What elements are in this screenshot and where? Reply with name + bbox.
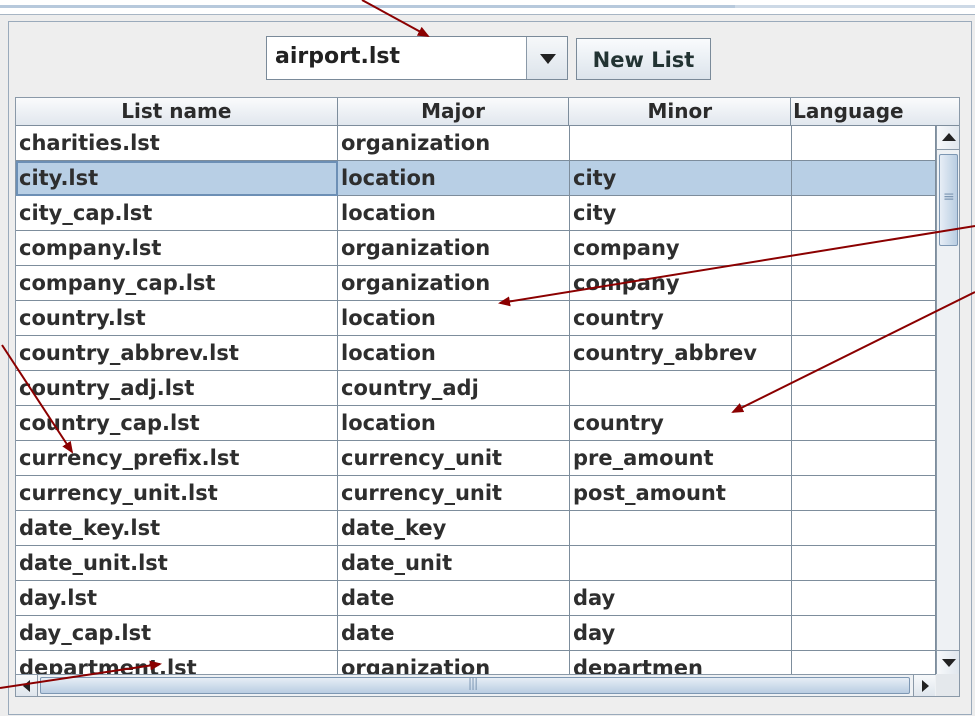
table-cell-list-name[interactable]: country.lst	[16, 301, 338, 336]
table-cell-language[interactable]	[792, 301, 936, 336]
table-cell-minor[interactable]: city	[570, 161, 792, 196]
horizontal-scrollbar[interactable]	[16, 674, 959, 696]
table-cell-major[interactable]: organization	[338, 126, 570, 161]
column-header-list-name[interactable]: List name	[16, 98, 338, 126]
table-cell-major[interactable]: date_key	[338, 511, 570, 546]
table-cell-language[interactable]	[792, 266, 936, 301]
table-row[interactable]: currency_prefix.lst currency_unit pre_amou…	[16, 441, 936, 476]
table-cell-language[interactable]	[792, 581, 936, 616]
table-cell-language[interactable]	[792, 441, 936, 476]
table-row[interactable]: city_cap.lst location city	[16, 196, 936, 231]
chevron-down-icon[interactable]	[526, 37, 567, 79]
table-cell-major[interactable]: date_unit	[338, 546, 570, 581]
table-cell-list-name[interactable]: country_cap.lst	[16, 406, 338, 441]
table-row[interactable]: country_abbrev.lst location country_abbrev	[16, 336, 936, 371]
table-cell-language[interactable]	[792, 616, 936, 651]
table-cell-minor[interactable]	[570, 371, 792, 406]
table-cell-major[interactable]: currency_unit	[338, 476, 570, 511]
horizontal-scroll-thumb[interactable]	[40, 676, 910, 694]
table-cell-list-name[interactable]: date_key.lst	[16, 511, 338, 546]
list-selector-combo[interactable]: airport.lst	[266, 36, 568, 80]
table-cell-minor[interactable]: pre_amount	[570, 441, 792, 476]
vertical-scrollbar[interactable]	[936, 126, 959, 674]
list-selector-value: airport.lst	[275, 44, 400, 69]
table-row[interactable]: day_cap.lst date day	[16, 616, 936, 651]
table-cell-major[interactable]: currency_unit	[338, 441, 570, 476]
table-cell-minor[interactable]: company	[570, 266, 792, 301]
table-cell-language[interactable]	[792, 336, 936, 371]
table-row[interactable]: currency_unit.lst currency_unit post_amoun…	[16, 476, 936, 511]
table-cell-major[interactable]: location	[338, 161, 570, 196]
window-top-border	[0, 5, 735, 8]
column-header-major[interactable]: Major	[337, 98, 570, 126]
table-row[interactable]: date_unit.lst date_unit	[16, 546, 936, 581]
table-cell-language[interactable]	[792, 406, 936, 441]
table-row[interactable]: country_adj.lst country_adj	[16, 371, 936, 406]
table-cell-list-name[interactable]: date_unit.lst	[16, 546, 338, 581]
table-cell-list-name[interactable]: city.lst	[16, 161, 338, 196]
table-cell-list-name[interactable]: currency_prefix.lst	[16, 441, 338, 476]
table-row[interactable]: company_cap.lst organization company	[16, 266, 936, 301]
table-row[interactable]: city.lst location city	[16, 161, 936, 196]
table-cell-language[interactable]	[792, 511, 936, 546]
table-row[interactable]: country_cap.lst location country	[16, 406, 936, 441]
table-cell-list-name[interactable]: city_cap.lst	[16, 196, 338, 231]
table-cell-major[interactable]: organization	[338, 231, 570, 266]
table-cell-minor[interactable]: country	[570, 301, 792, 336]
table-body: charities.lst organization city.lst locatio…	[16, 126, 936, 686]
table-cell-language[interactable]	[792, 231, 936, 266]
table-cell-major[interactable]: location	[338, 301, 570, 336]
table-cell-major[interactable]: location	[338, 336, 570, 371]
table-cell-minor[interactable]: day	[570, 616, 792, 651]
table-cell-major[interactable]: location	[338, 406, 570, 441]
lists-table: List name Major Minor Language charities…	[15, 97, 960, 697]
table-cell-major[interactable]: date	[338, 581, 570, 616]
table-cell-major[interactable]: organization	[338, 266, 570, 301]
table-cell-list-name[interactable]: charities.lst	[16, 126, 338, 161]
table-cell-language[interactable]	[792, 196, 936, 231]
table-cell-list-name[interactable]: country_adj.lst	[16, 371, 338, 406]
table-cell-language[interactable]	[792, 371, 936, 406]
table-cell-minor[interactable]: company	[570, 231, 792, 266]
table-cell-minor[interactable]: country_abbrev	[570, 336, 792, 371]
table-cell-list-name[interactable]: day_cap.lst	[16, 616, 338, 651]
table-row[interactable]: charities.lst organization	[16, 126, 936, 161]
table-cell-list-name[interactable]: currency_unit.lst	[16, 476, 338, 511]
table-cell-minor[interactable]: post_amount	[570, 476, 792, 511]
table-cell-minor[interactable]: day	[570, 581, 792, 616]
table-cell-minor[interactable]	[570, 511, 792, 546]
table-row[interactable]: day.lst date day	[16, 581, 936, 616]
vertical-scroll-thumb[interactable]	[939, 154, 958, 246]
table-cell-minor[interactable]	[570, 126, 792, 161]
table-row[interactable]: country.lst location country	[16, 301, 936, 336]
table-cell-major[interactable]: location	[338, 196, 570, 231]
table-cell-list-name[interactable]: company.lst	[16, 231, 338, 266]
table-cell-minor[interactable]	[570, 546, 792, 581]
scroll-up-icon[interactable]	[937, 126, 959, 150]
table-cell-minor[interactable]: city	[570, 196, 792, 231]
column-header-language[interactable]: Language	[791, 98, 959, 126]
table-cell-list-name[interactable]: country_abbrev.lst	[16, 336, 338, 371]
table-cell-language[interactable]	[792, 161, 936, 196]
table-header: List name Major Minor Language	[16, 98, 959, 126]
table-row[interactable]: date_key.lst date_key	[16, 511, 936, 546]
table-cell-language[interactable]	[792, 546, 936, 581]
column-header-minor[interactable]: Minor	[569, 98, 792, 126]
table-cell-language[interactable]	[792, 476, 936, 511]
new-list-button[interactable]: New List	[576, 38, 711, 80]
table-cell-major[interactable]: date	[338, 616, 570, 651]
scroll-down-icon[interactable]	[937, 650, 959, 674]
table-row[interactable]: company.lst organization company	[16, 231, 936, 266]
table-cell-list-name[interactable]: company_cap.lst	[16, 266, 338, 301]
scroll-right-icon[interactable]	[913, 675, 935, 696]
scrollbar-corner	[936, 674, 959, 696]
window-top-border-right	[735, 5, 975, 8]
table-cell-major[interactable]: country_adj	[338, 371, 570, 406]
table-cell-minor[interactable]: country	[570, 406, 792, 441]
table-cell-language[interactable]	[792, 126, 936, 161]
scroll-left-icon[interactable]	[16, 675, 38, 696]
table-cell-list-name[interactable]: day.lst	[16, 581, 338, 616]
